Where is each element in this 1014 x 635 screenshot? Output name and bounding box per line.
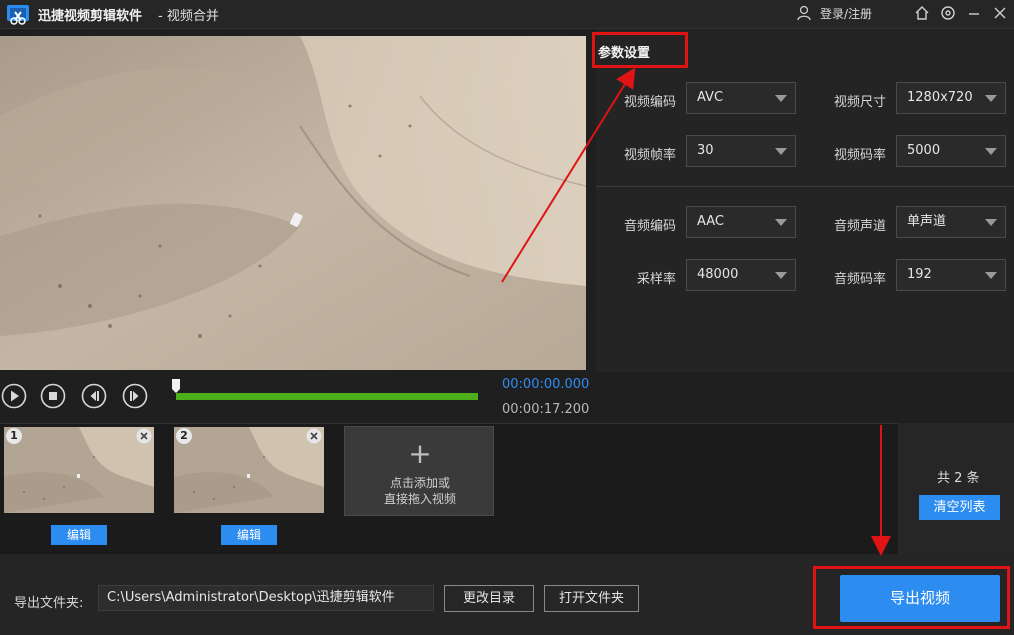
next-icon[interactable] [122, 383, 148, 409]
audio-bitrate-value: 192 [907, 267, 932, 282]
current-time: 00:00:00.000 [502, 377, 590, 392]
video-size-select[interactable]: 1280x720 [896, 82, 1006, 114]
video-codec-value: AVC [697, 90, 724, 105]
settings-divider [596, 186, 1014, 187]
minimize-icon[interactable] [965, 4, 983, 22]
video-bitrate-value: 5000 [907, 143, 941, 158]
clip-thumbnail-2[interactable] [174, 427, 324, 513]
output-folder-label: 导出文件夹: [14, 596, 84, 611]
close-icon[interactable] [991, 4, 1009, 22]
remove-clip-icon[interactable] [306, 428, 322, 444]
video-codec-select[interactable]: AVC [686, 82, 796, 114]
clip-thumbnail-image [174, 427, 324, 513]
progress-handle[interactable] [171, 378, 181, 394]
add-video-dropzone[interactable]: + 点击添加或 直接拖入视频 [344, 426, 494, 516]
video-codec-label: 视频编码 [623, 95, 676, 110]
sample-rate-value: 48000 [697, 267, 739, 282]
remove-clip-icon[interactable] [136, 428, 152, 444]
clip-count: 共 2 条 [937, 471, 980, 486]
edit-clip-button[interactable]: 编辑 [221, 525, 277, 545]
progress-track[interactable] [176, 393, 478, 400]
frame-rate-value: 30 [697, 143, 714, 158]
audio-codec-label: 音频编码 [623, 219, 676, 234]
edit-clip-button[interactable]: 编辑 [51, 525, 107, 545]
stop-icon[interactable] [40, 383, 66, 409]
frame-rate-select[interactable]: 30 [686, 135, 796, 167]
app-title: 迅捷视频剪辑软件 [38, 9, 143, 24]
user-icon[interactable] [797, 5, 811, 21]
video-bitrate-label: 视频码率 [833, 148, 886, 163]
chevron-down-icon [985, 219, 997, 226]
video-preview [0, 36, 586, 370]
open-folder-button[interactable]: 打开文件夹 [544, 585, 639, 612]
change-directory-button[interactable]: 更改目录 [444, 585, 534, 612]
add-video-hint-line1: 点击添加或 [389, 476, 450, 490]
chevron-down-icon [775, 272, 787, 279]
audio-codec-select[interactable]: AAC [686, 206, 796, 238]
video-size-value: 1280x720 [907, 90, 973, 105]
video-bitrate-select[interactable]: 5000 [896, 135, 1006, 167]
clip-number-badge: 1 [6, 428, 22, 444]
chevron-down-icon [985, 272, 997, 279]
settings-icon[interactable] [939, 4, 957, 22]
video-size-label: 视频尺寸 [833, 95, 886, 110]
clip-summary-panel [898, 423, 1014, 554]
login-register-link[interactable]: 登录/注册 [820, 5, 872, 22]
audio-codec-value: AAC [697, 214, 724, 229]
clip-thumbnail-image [4, 427, 154, 513]
frame-rate-label: 视频帧率 [623, 148, 676, 163]
annotation-highlight-settings [592, 32, 688, 68]
chevron-down-icon [775, 95, 787, 102]
chevron-down-icon [985, 148, 997, 155]
audio-channel-select[interactable]: 单声道 [896, 206, 1006, 238]
plus-icon: + [408, 437, 432, 470]
desert-video-frame [0, 36, 586, 370]
clear-list-button[interactable]: 清空列表 [919, 495, 1000, 520]
sample-rate-select[interactable]: 48000 [686, 259, 796, 291]
home-icon[interactable] [913, 4, 931, 22]
window-subtitle: - 视频合并 [158, 9, 219, 24]
audio-bitrate-label: 音频码率 [833, 272, 886, 287]
add-video-hint: 点击添加或 直接拖入视频 [345, 475, 495, 507]
chevron-down-icon [775, 219, 787, 226]
previous-icon[interactable] [81, 383, 107, 409]
output-path-field[interactable]: C:\Users\Administrator\Desktop\迅捷剪辑软件 [98, 585, 434, 611]
chevron-down-icon [775, 148, 787, 155]
play-icon[interactable] [1, 383, 27, 409]
audio-channel-value: 单声道 [907, 214, 947, 229]
annotation-highlight-export [813, 566, 1010, 629]
sample-rate-label: 采样率 [636, 272, 676, 287]
add-video-hint-line2: 直接拖入视频 [383, 492, 456, 506]
clip-number-badge: 2 [176, 428, 192, 444]
audio-bitrate-select[interactable]: 192 [896, 259, 1006, 291]
app-logo-icon [7, 5, 29, 25]
chevron-down-icon [985, 95, 997, 102]
clip-thumbnail-1[interactable] [4, 427, 154, 513]
total-time: 00:00:17.200 [502, 402, 590, 417]
audio-channel-label: 音频声道 [833, 219, 886, 234]
